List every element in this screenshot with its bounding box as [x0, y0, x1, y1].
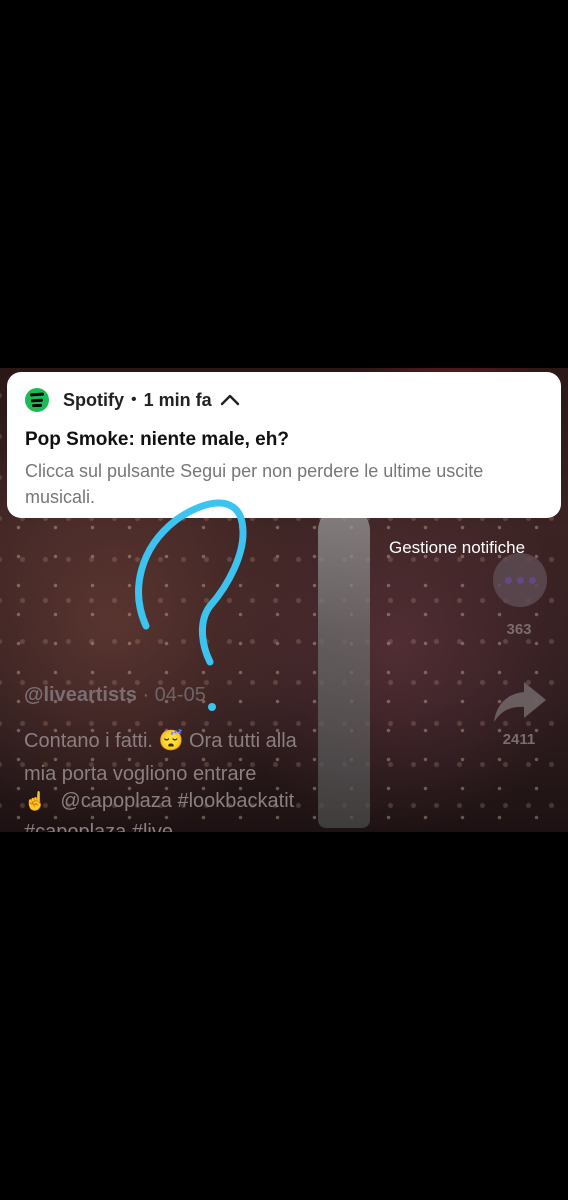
comment-count: 363 — [506, 621, 532, 638]
notification-body: Clicca sul pulsante Segui per non perder… — [25, 461, 484, 507]
share-icon[interactable] — [492, 678, 548, 724]
manage-notifications-link[interactable]: Gestione notifiche — [389, 538, 525, 558]
pointing-hand-icon: ☝ — [24, 791, 47, 811]
share-count: 2411 — [502, 731, 536, 748]
chevron-up-icon[interactable] — [220, 390, 240, 410]
caption-text: Contano i fatti. 😴 Ora tutti alla mia po… — [24, 725, 364, 791]
app-name: Spotify — [63, 389, 124, 410]
notification-time: 1 min fa — [143, 389, 212, 410]
caption-line-1: Contano i fatti. 😴 Ora tutti alla — [24, 730, 297, 752]
spotify-notification[interactable]: Spotify • 1 min fa Pop Smoke: niente mal… — [7, 372, 561, 518]
spotify-icon — [25, 388, 49, 412]
caption-tags-line: ☝ @capoplaza #lookbackatit — [24, 790, 294, 813]
caption-line-3[interactable]: @capoplaza #lookbackatit — [60, 790, 294, 812]
header-separator: • — [131, 391, 137, 408]
post-date: · 04-05 — [142, 684, 206, 706]
comment-icon[interactable] — [493, 553, 547, 607]
caption-line-4[interactable]: #capoplaza #live — [24, 822, 173, 832]
notification-title: Pop Smoke: niente male, eh? — [25, 429, 289, 450]
notification-header: Spotify • 1 min fa — [25, 386, 240, 414]
post-author[interactable]: @liveartists · 04-05 — [24, 684, 206, 707]
caption-line-2: mia porta vogliono entrare — [24, 763, 257, 785]
author-handle[interactable]: @liveartists — [24, 684, 137, 706]
